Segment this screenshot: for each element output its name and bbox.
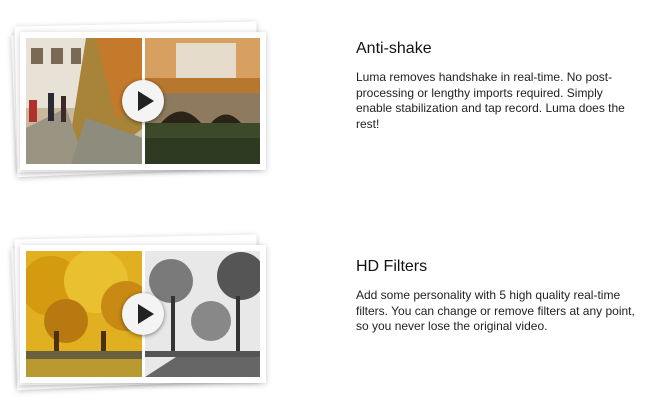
feature-title: Anti-shake [356, 40, 432, 57]
play-button[interactable] [122, 293, 164, 335]
video-thumbnail-stack [10, 14, 272, 182]
feature-anti-shake: Anti-shake Luma removes handshake in rea… [0, 0, 652, 200]
feature-text: Anti-shake Luma removes handshake in rea… [356, 40, 636, 132]
play-icon [138, 304, 154, 324]
feature-hd-filters: HD Filters Add some personality with 5 h… [0, 213, 652, 413]
video-thumbnail[interactable] [20, 245, 266, 383]
feature-description: Add some personality with 5 high quality… [356, 288, 635, 333]
split-photo [26, 38, 260, 164]
feature-description: Luma removes handshake in real-time. No … [356, 70, 625, 131]
split-photo [26, 251, 260, 377]
video-thumbnail-stack [10, 227, 272, 395]
feature-text: HD Filters Add some personality with 5 h… [356, 258, 636, 335]
play-icon [138, 91, 154, 111]
play-button[interactable] [122, 80, 164, 122]
feature-title: HD Filters [356, 258, 428, 275]
video-thumbnail[interactable] [20, 32, 266, 170]
